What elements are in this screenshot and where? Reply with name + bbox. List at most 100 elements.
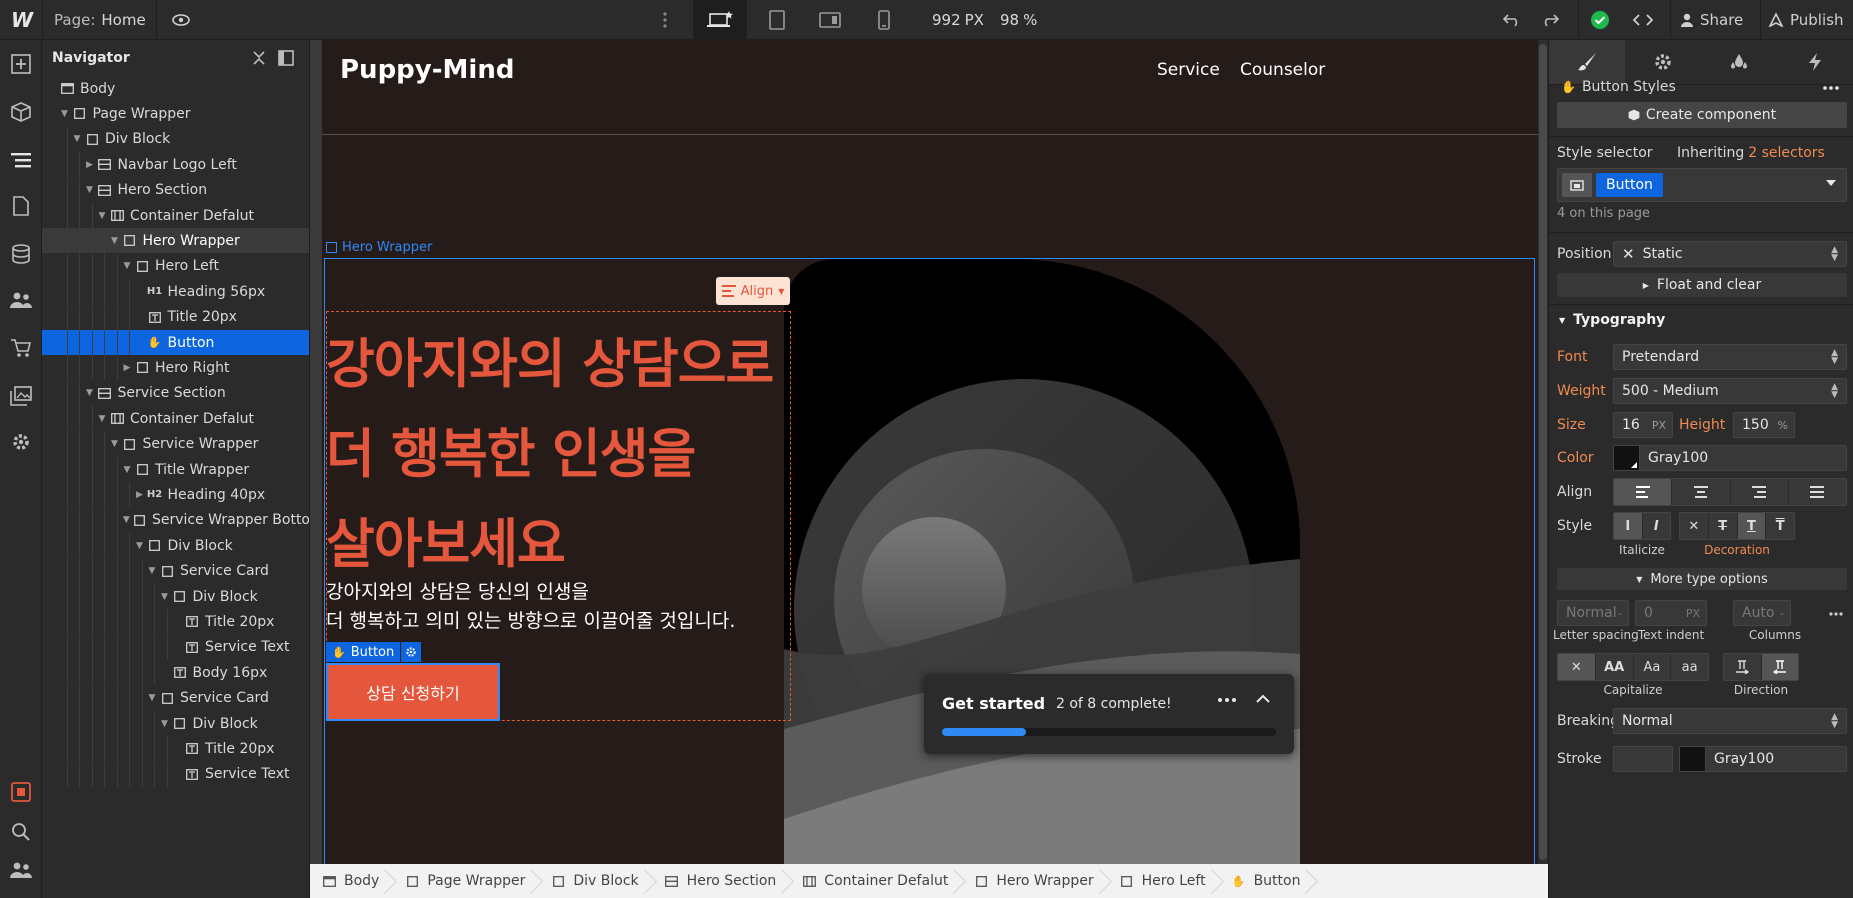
more-options-icon[interactable] <box>1218 698 1236 702</box>
strikethrough-icon[interactable]: T <box>1709 513 1738 539</box>
settings-gear-icon[interactable] <box>0 420 42 464</box>
breakpoint-tablet-icon[interactable] <box>762 0 792 40</box>
cta-button[interactable]: 상담 신청하기 <box>326 663 500 721</box>
selected-element-tag[interactable]: ✋ Button <box>326 642 422 662</box>
navigator-item[interactable]: ▼ Div Block <box>42 126 309 152</box>
hero-subtitle[interactable]: 강아지와의 상담은 당신의 인생을 더 행복하고 의미 있는 방향으로 이끌어줄… <box>326 578 796 636</box>
navigator-item[interactable]: ▼ Div Block <box>42 584 309 609</box>
navigator-item[interactable]: Body 16px <box>42 660 309 686</box>
style-selector-field[interactable]: Button <box>1557 168 1847 202</box>
caret-down-icon[interactable]: ▼ <box>109 439 121 449</box>
breaking-select[interactable]: Normal ▲ ▼ <box>1613 708 1847 734</box>
site-nav-service[interactable]: Service <box>1157 53 1220 87</box>
help-icon[interactable]: ? <box>0 888 42 898</box>
navigator-item[interactable]: ▼ Service Section <box>42 380 309 406</box>
lowercase-icon[interactable]: aa <box>1671 654 1708 680</box>
breakpoint-desktop-icon[interactable] <box>693 0 747 40</box>
breadcrumb-item[interactable]: ✋ Button <box>1220 864 1315 898</box>
navigator-item[interactable]: ✋ Button <box>42 330 309 355</box>
caret-down-icon[interactable]: ▼ <box>96 211 108 221</box>
navigator-item[interactable]: Service Text <box>42 761 309 787</box>
text-indent-input[interactable]: 0 PX <box>1635 600 1707 626</box>
size-input[interactable]: 16 PX <box>1613 412 1673 438</box>
navigator-item[interactable]: ▶ H2 Heading 40px <box>42 482 309 508</box>
page-selector[interactable]: Page: Home <box>54 0 146 40</box>
caret-down-icon[interactable]: ▼ <box>146 693 158 703</box>
caret-down-icon[interactable]: ▼ <box>121 465 133 475</box>
caret-right-icon[interactable]: ▶ <box>134 490 146 500</box>
navigator-item[interactable]: ▶ Navbar Logo Left <box>42 152 309 178</box>
columns-input[interactable]: Auto - <box>1733 600 1791 626</box>
add-elements-icon[interactable] <box>0 42 42 86</box>
align-left-icon[interactable] <box>1614 479 1673 505</box>
more-type-options-toggle[interactable]: ▼ More type options <box>1557 568 1847 590</box>
caret-down-icon[interactable]: ▼ <box>134 541 146 551</box>
share-button[interactable]: Share <box>1680 0 1743 40</box>
selector-dropdown-icon[interactable] <box>1826 180 1836 186</box>
navigator-item[interactable]: ▼ Container Defalut <box>42 203 309 228</box>
caret-down-icon[interactable]: ▼ <box>121 515 132 525</box>
code-export-icon[interactable] <box>1628 0 1658 40</box>
caret-down-icon[interactable]: ▼ <box>96 414 108 424</box>
italic-off-icon[interactable]: I <box>1614 513 1643 539</box>
panel-more-icon[interactable] <box>1823 86 1839 90</box>
create-component-button[interactable]: Create component <box>1557 102 1847 128</box>
navigator-item[interactable]: ▼ Hero Section <box>42 177 309 203</box>
navigator-item[interactable]: ▼ Service Wrapper <box>42 431 309 457</box>
navigator-item[interactable]: Title 20px <box>42 304 309 330</box>
navigator-item[interactable]: H1 Heading 56px <box>42 279 309 305</box>
breadcrumb-item[interactable]: Page Wrapper <box>393 864 539 898</box>
element-settings-gear-icon[interactable] <box>401 642 422 662</box>
breakpoint-phone-icon[interactable] <box>872 0 896 40</box>
align-center-icon[interactable] <box>1672 479 1731 505</box>
caret-down-icon[interactable]: ▼ <box>121 261 133 271</box>
tab-settings-gear-icon[interactable] <box>1625 40 1701 84</box>
ecommerce-cart-icon[interactable] <box>0 326 42 370</box>
uppercase-icon[interactable]: AA <box>1596 654 1634 680</box>
undo-icon[interactable] <box>1497 0 1527 40</box>
caret-down-icon[interactable]: ▼ <box>159 719 171 729</box>
site-nav-counselor[interactable]: Counselor <box>1240 53 1325 87</box>
tab-interactions-bolt-icon[interactable] <box>1777 40 1853 84</box>
align-toolbar-button[interactable]: Align ▼ <box>716 277 790 305</box>
decoration-none-icon[interactable]: ✕ <box>1680 513 1709 539</box>
tab-style-manager-drops-icon[interactable] <box>1701 40 1777 84</box>
caret-down-icon[interactable]: ▼ <box>84 388 96 398</box>
titlecase-icon[interactable]: Aa <box>1634 654 1672 680</box>
caret-down-icon[interactable]: ▼ <box>159 592 171 602</box>
italic-on-icon[interactable]: I <box>1643 513 1671 539</box>
preview-eye-icon[interactable] <box>166 0 196 40</box>
navigator-item[interactable]: ▼ Hero Left <box>42 253 309 279</box>
color-picker-field[interactable]: Gray100 <box>1613 445 1847 471</box>
breadcrumb-item[interactable]: Hero Section <box>653 864 791 898</box>
navigator-item[interactable]: ▼ Div Block <box>42 533 309 559</box>
get-started-card[interactable]: Get started 2 of 8 complete! <box>924 674 1294 754</box>
line-height-input[interactable]: 150 % <box>1733 412 1795 438</box>
pin-panel-icon[interactable] <box>278 50 294 66</box>
caret-right-icon[interactable]: ▶ <box>84 160 96 170</box>
navigator-layers-icon[interactable] <box>0 138 42 182</box>
selector-chip-button[interactable]: Button <box>1596 173 1663 197</box>
more-dots-icon[interactable] <box>655 0 675 40</box>
columns-more-icon[interactable] <box>1829 612 1843 616</box>
inheriting-selectors-link[interactable]: 2 selectors <box>1748 145 1825 161</box>
pages-icon[interactable] <box>0 184 42 228</box>
collapse-all-icon[interactable] <box>252 50 266 66</box>
weight-select[interactable]: 500 - Medium ▲ ▼ <box>1613 378 1847 404</box>
direction-ltr-icon[interactable] <box>1724 654 1762 680</box>
breadcrumb-item[interactable]: Container Defalut <box>790 864 962 898</box>
navigator-item[interactable]: ▼ Service Card <box>42 558 309 584</box>
overline-icon[interactable]: T <box>1766 513 1794 539</box>
users-icon[interactable] <box>0 278 42 322</box>
tab-style-brush-icon[interactable] <box>1549 40 1625 84</box>
caret-down-icon[interactable]: ▼ <box>71 134 83 144</box>
navigator-item[interactable]: ▼ Page Wrapper <box>42 101 309 126</box>
float-and-clear-toggle[interactable]: ▶ Float and clear <box>1557 273 1847 297</box>
navigator-item[interactable]: ▼ Hero Wrapper <box>42 228 309 254</box>
color-swatch[interactable] <box>1614 446 1640 470</box>
letter-spacing-input[interactable]: Normal - <box>1557 600 1629 626</box>
publish-button[interactable]: Publish <box>1768 0 1843 40</box>
navigator-item[interactable]: Title 20px <box>42 736 309 762</box>
assets-images-icon[interactable] <box>0 374 42 418</box>
stroke-color-field[interactable]: Gray100 <box>1679 746 1847 772</box>
